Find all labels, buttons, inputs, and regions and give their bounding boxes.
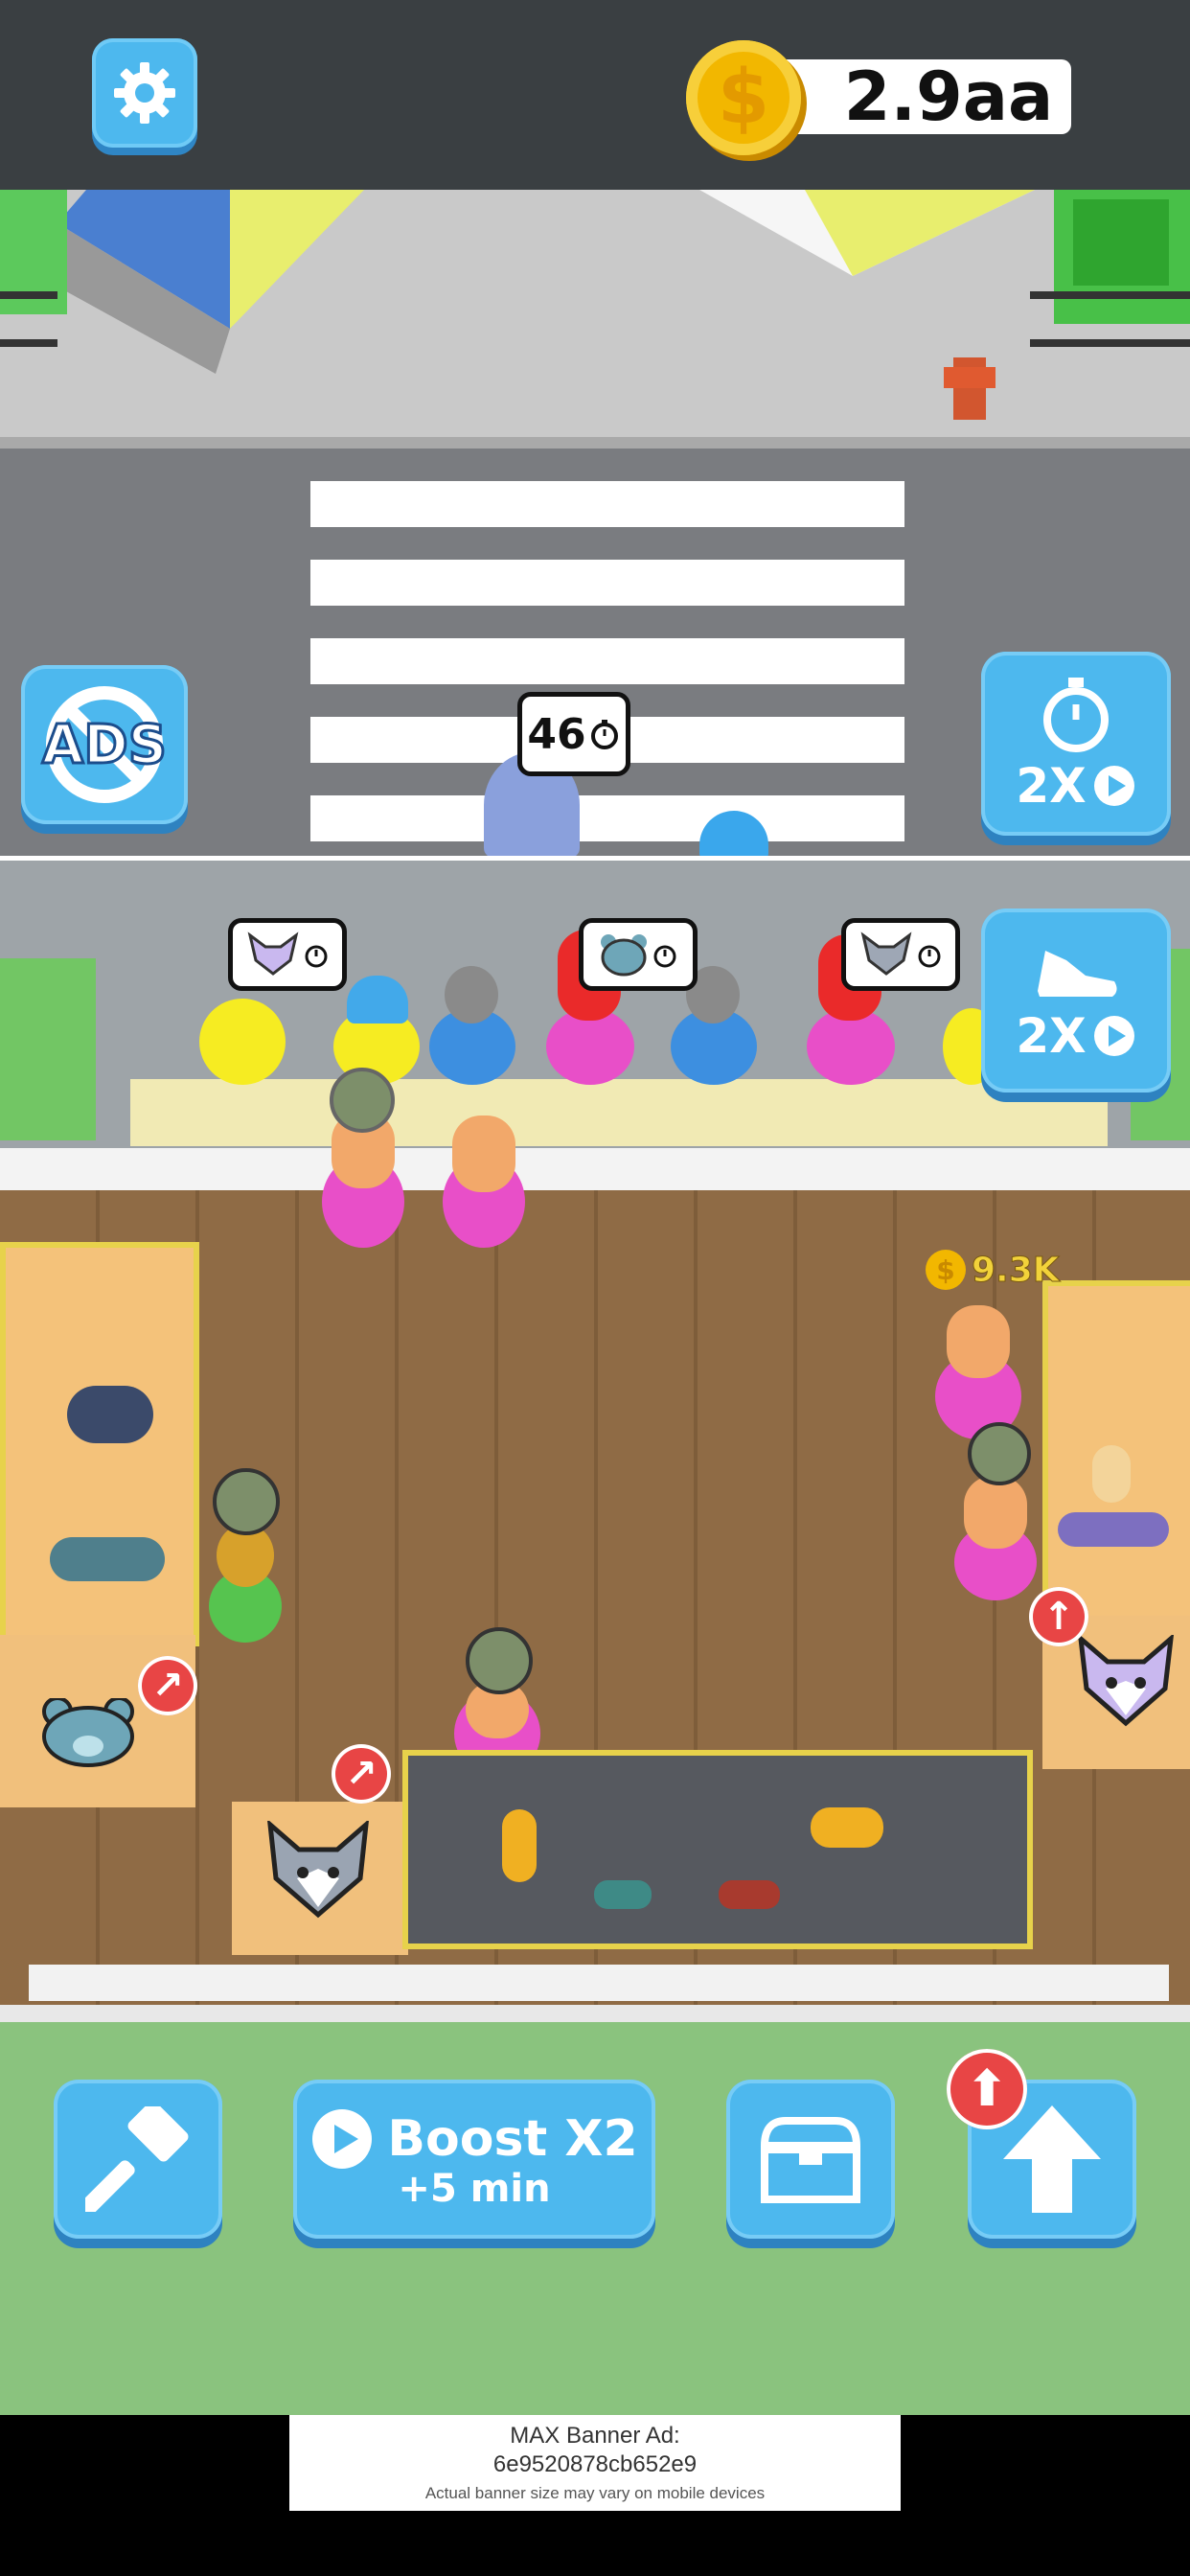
wolf-request-bubble <box>841 918 960 991</box>
animal <box>1058 1512 1169 1547</box>
move-speed-label: 2X <box>1016 1008 1087 1064</box>
curb <box>0 1148 1190 1190</box>
plaza-area <box>0 190 1190 448</box>
boost-title: Boost X2 <box>387 2110 638 2168</box>
progress-ring <box>466 1627 533 1694</box>
currency-amount: 2.9aa <box>843 58 1054 136</box>
dog-animal <box>811 1807 883 1848</box>
bear-icon <box>42 1698 134 1767</box>
stopwatch-icon <box>305 945 328 968</box>
arrow-up-icon: ⬆ <box>966 2060 1008 2118</box>
arrow-up-right-icon: ↗ <box>345 1752 378 1796</box>
crosswalk-stripe <box>310 481 904 527</box>
dog-animal <box>502 1809 537 1882</box>
no-ads-button[interactable]: ADS <box>21 665 188 824</box>
bear-animal <box>67 1386 153 1443</box>
timer-value: 46 <box>527 709 586 759</box>
customer-hat <box>347 976 408 1024</box>
boost-button[interactable]: Boost X2 +5 min <box>293 2080 655 2239</box>
build-button[interactable] <box>54 2080 222 2239</box>
timer-bubble: 46 <box>517 692 630 776</box>
gear-icon <box>114 62 175 124</box>
crosswalk-stripe <box>310 638 904 684</box>
speed-boost-button[interactable]: 2X <box>981 652 1171 836</box>
otter-animal <box>50 1537 165 1581</box>
wolf-icon <box>860 932 912 976</box>
bush <box>0 958 96 1140</box>
crosswalk-stripe <box>310 795 904 841</box>
bear-request-bubble <box>579 918 698 991</box>
stopwatch-icon <box>918 945 941 968</box>
chest-icon <box>760 2117 861 2203</box>
fox-icon <box>1078 1635 1174 1727</box>
fox-icon <box>247 932 299 976</box>
animal-pen-center <box>402 1750 1033 1949</box>
worker-head <box>947 1305 1010 1378</box>
ad-banner-note: Actual banner size may vary on mobile de… <box>424 2484 766 2502</box>
settings-button[interactable] <box>92 38 197 148</box>
animal <box>1092 1445 1131 1503</box>
arrow-up-right-icon: ↗ <box>151 1664 184 1708</box>
earnings-label: $ 9.3K <box>926 1248 1060 1292</box>
arrow-up-icon <box>1003 2105 1101 2213</box>
ad-banner-title: MAX Banner Ad: <box>510 2423 680 2449</box>
boost-subtitle: +5 min <box>398 2167 551 2211</box>
animal <box>719 1880 780 1909</box>
crosswalk-stripe <box>310 560 904 606</box>
fox-request-bubble <box>228 918 347 991</box>
stopwatch-icon <box>653 945 676 968</box>
upgrade-badge[interactable]: ↗ <box>138 1656 197 1715</box>
earnings-value: 9.3K <box>972 1250 1061 1290</box>
upgrade-badge[interactable]: ↑ <box>1029 1587 1088 1646</box>
ad-banner[interactable]: MAX Banner Ad: 6e9520878cb652e9 Actual b… <box>289 2415 901 2511</box>
customer <box>199 999 286 1085</box>
play-icon <box>1093 1016 1134 1056</box>
stopwatch-icon <box>590 720 618 749</box>
progress-ring <box>968 1422 1031 1485</box>
hammer-icon <box>85 2106 189 2212</box>
coin-icon: $ <box>686 40 801 155</box>
arrow-up-icon: ↑ <box>1042 1595 1075 1639</box>
worker-head <box>964 1476 1027 1549</box>
play-icon <box>1093 766 1134 806</box>
plaza-decor <box>0 190 1190 448</box>
upgrade-alert-badge: ⬆ <box>947 2049 1027 2129</box>
queue-counter <box>130 1079 1108 1146</box>
no-ads-label: ADS <box>40 712 168 777</box>
ground-strip <box>0 2005 1190 2024</box>
coin-icon: $ <box>926 1250 966 1290</box>
customer-helmet <box>445 966 498 1024</box>
wolf-icon <box>267 1821 369 1919</box>
speed-boost-label: 2X <box>1016 758 1087 814</box>
upgrade-badge[interactable]: ↗ <box>332 1744 391 1804</box>
coin-symbol: $ <box>717 55 770 141</box>
progress-ring <box>330 1068 395 1133</box>
worker-head <box>452 1116 515 1192</box>
play-icon <box>312 2109 373 2169</box>
bear-icon <box>601 934 647 977</box>
progress-ring <box>213 1468 280 1535</box>
animal-pen-left <box>0 1242 199 1646</box>
animal <box>594 1880 652 1909</box>
ad-banner-id: 6e9520878cb652e9 <box>492 2451 698 2477</box>
stopwatch-icon <box>1043 678 1109 752</box>
floor-edge <box>29 1965 1169 2001</box>
chest-button[interactable] <box>726 2080 895 2239</box>
move-speed-button[interactable]: 2X <box>981 908 1171 1092</box>
shoe-icon <box>1038 951 1117 997</box>
